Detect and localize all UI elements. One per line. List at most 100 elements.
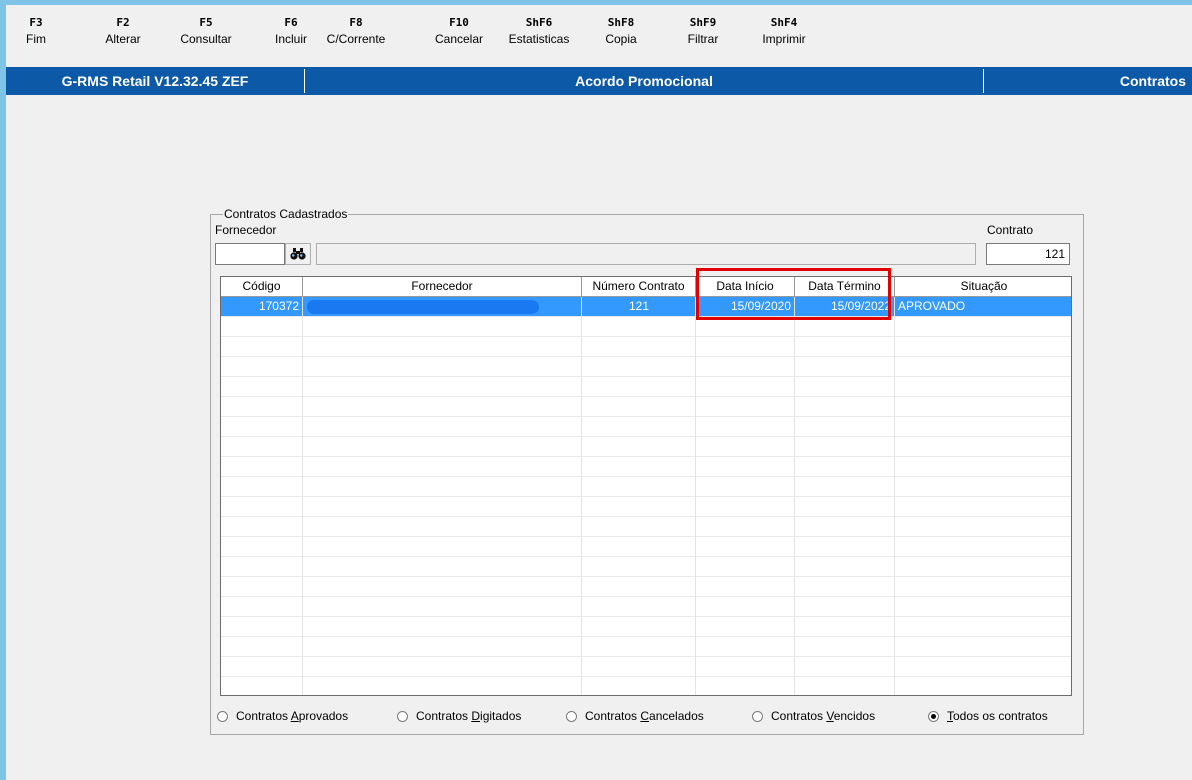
fkey-label: C/Corrente: [326, 32, 386, 46]
grid-column-line: [794, 297, 795, 695]
fkey-label: Imprimir: [762, 32, 806, 46]
redaction-mark: [307, 300, 539, 314]
cancelar-button[interactable]: F10 Cancelar: [429, 15, 489, 47]
column-header-numero-contrato[interactable]: Número Contrato: [582, 277, 696, 297]
column-header-situacao[interactable]: Situação: [895, 277, 1071, 297]
grid-row-line: [221, 656, 1071, 657]
radio-circle: [217, 710, 228, 722]
app-version-title: G-RMS Retail V12.32.45 ZEF: [61, 73, 249, 89]
group-legend: Contratos Cadastrados: [223, 207, 349, 221]
radio-circle: [566, 710, 577, 722]
column-header-data-inicio[interactable]: Data Início: [696, 277, 795, 297]
grid-row-line: [221, 676, 1071, 677]
grid-row-line: [221, 536, 1071, 537]
radio-label: Contratos Cancelados: [585, 709, 704, 723]
radio-circle: [752, 710, 763, 722]
fim-button[interactable]: F3 Fim: [16, 15, 56, 47]
contrato-input[interactable]: [986, 243, 1070, 265]
fkey-code: ShF8: [607, 16, 635, 29]
grid-row-line: [221, 416, 1071, 417]
cell-data-termino: 15/09/2022: [795, 297, 895, 316]
grid-row-line: [221, 396, 1071, 397]
cell-codigo: 170372: [221, 297, 303, 316]
fkey-label: Consultar: [180, 32, 232, 46]
radio-contratos-digitados[interactable]: Contratos Digitados: [397, 708, 521, 724]
fkey-code: F3: [29, 16, 43, 29]
grid-row-line: [221, 436, 1071, 437]
contratos-cadastrados-group: Contratos Cadastrados Fornecedor Contrat…: [210, 208, 1084, 735]
grid-row-line: [221, 316, 1071, 317]
fkey-code: F2: [116, 16, 130, 29]
consultar-button[interactable]: F5 Consultar: [174, 15, 238, 47]
fkey-label: Incluir: [274, 32, 307, 46]
grid-row-line: [221, 516, 1071, 517]
grid-row-line: [221, 596, 1071, 597]
grid-column-line: [695, 297, 696, 695]
radio-label: Contratos Vencidos: [771, 709, 876, 723]
module-title: Contratos: [1119, 73, 1186, 89]
copia-button[interactable]: ShF8 Copia: [596, 15, 646, 47]
radio-contratos-aprovados[interactable]: Contratos Aprovados: [217, 708, 348, 724]
fornecedor-code-input[interactable]: [215, 243, 285, 265]
find-fornecedor-button[interactable]: [285, 243, 311, 265]
grid-row-line: [221, 456, 1071, 457]
radio-todos-os-contratos[interactable]: Todos os contratos: [928, 708, 1048, 724]
fornecedor-name-field: [316, 243, 976, 265]
alterar-button[interactable]: F2 Alterar: [98, 15, 148, 47]
window-left-edge: [0, 0, 6, 780]
conta-corrente-button[interactable]: F8 C/Corrente: [320, 15, 392, 47]
column-header-codigo[interactable]: Código: [221, 277, 303, 297]
radio-label: Todos os contratos: [947, 709, 1048, 723]
radio-contratos-vencidos[interactable]: Contratos Vencidos: [752, 708, 875, 724]
estatisticas-button[interactable]: ShF6 Estatisticas: [496, 15, 582, 47]
grid-row-line: [221, 376, 1071, 377]
grid-row-line: [221, 336, 1071, 337]
cell-situacao: APROVADO: [898, 299, 966, 313]
grid-row-line: [221, 556, 1071, 557]
fkey-label: Copia: [605, 32, 637, 46]
grid-row-line: [221, 356, 1071, 357]
contrato-label: Contrato: [987, 223, 1034, 237]
title-bar: G-RMS Retail V12.32.45 ZEF Acordo Promoc…: [6, 67, 1192, 95]
radio-circle: [397, 710, 408, 722]
fkey-label: Fim: [26, 32, 46, 46]
fkey-label: Alterar: [105, 32, 141, 46]
filtrar-button[interactable]: ShF9 Filtrar: [678, 15, 728, 47]
fkey-code: F8: [349, 16, 363, 29]
fkey-code: F5: [199, 16, 213, 29]
fornecedor-label: Fornecedor: [215, 223, 277, 237]
grid-column-line: [302, 297, 303, 695]
grid-column-line: [581, 297, 582, 695]
cell-numero-contrato: 121: [582, 297, 696, 316]
cell-data-inicio: 15/09/2020: [696, 297, 795, 316]
imprimir-button[interactable]: ShF4 Imprimir: [754, 15, 814, 47]
fkey-code: ShF4: [770, 16, 798, 29]
grid-row-line: [221, 496, 1071, 497]
table-row[interactable]: 170372 121 15/09/2020 15/09/2022 APROVAD…: [221, 297, 1071, 316]
radio-circle-selected: [928, 710, 939, 722]
binoculars-icon: [290, 248, 306, 260]
column-header-data-termino[interactable]: Data Término: [795, 277, 895, 297]
grid-header: Código Fornecedor Número Contrato Data I…: [221, 277, 1071, 297]
grid-row-line: [221, 476, 1071, 477]
fkey-code: F6: [284, 16, 298, 29]
fkey-label: Filtrar: [687, 32, 719, 46]
fkey-code: ShF6: [525, 16, 553, 29]
function-key-toolbar: F3 Fim F2 Alterar F5 Consultar F6 Inclui…: [6, 5, 1192, 65]
radio-contratos-cancelados[interactable]: Contratos Cancelados: [566, 708, 704, 724]
fkey-code: ShF9: [689, 16, 717, 29]
grid-row-line: [221, 616, 1071, 617]
grid-column-line: [894, 297, 895, 695]
radio-label: Contratos Digitados: [416, 709, 522, 723]
column-header-fornecedor[interactable]: Fornecedor: [303, 277, 582, 297]
contracts-grid[interactable]: Código Fornecedor Número Contrato Data I…: [220, 276, 1072, 696]
radio-label: Contratos Aprovados: [236, 709, 349, 723]
fkey-label: Cancelar: [434, 32, 484, 46]
title-separator: [983, 69, 984, 93]
screen-title: Acordo Promocional: [575, 73, 713, 89]
incluir-button[interactable]: F6 Incluir: [266, 15, 316, 47]
grid-row-line: [221, 576, 1071, 577]
fkey-code: F10: [449, 16, 469, 29]
grid-row-line: [221, 636, 1071, 637]
fkey-label: Estatisticas: [508, 32, 570, 46]
